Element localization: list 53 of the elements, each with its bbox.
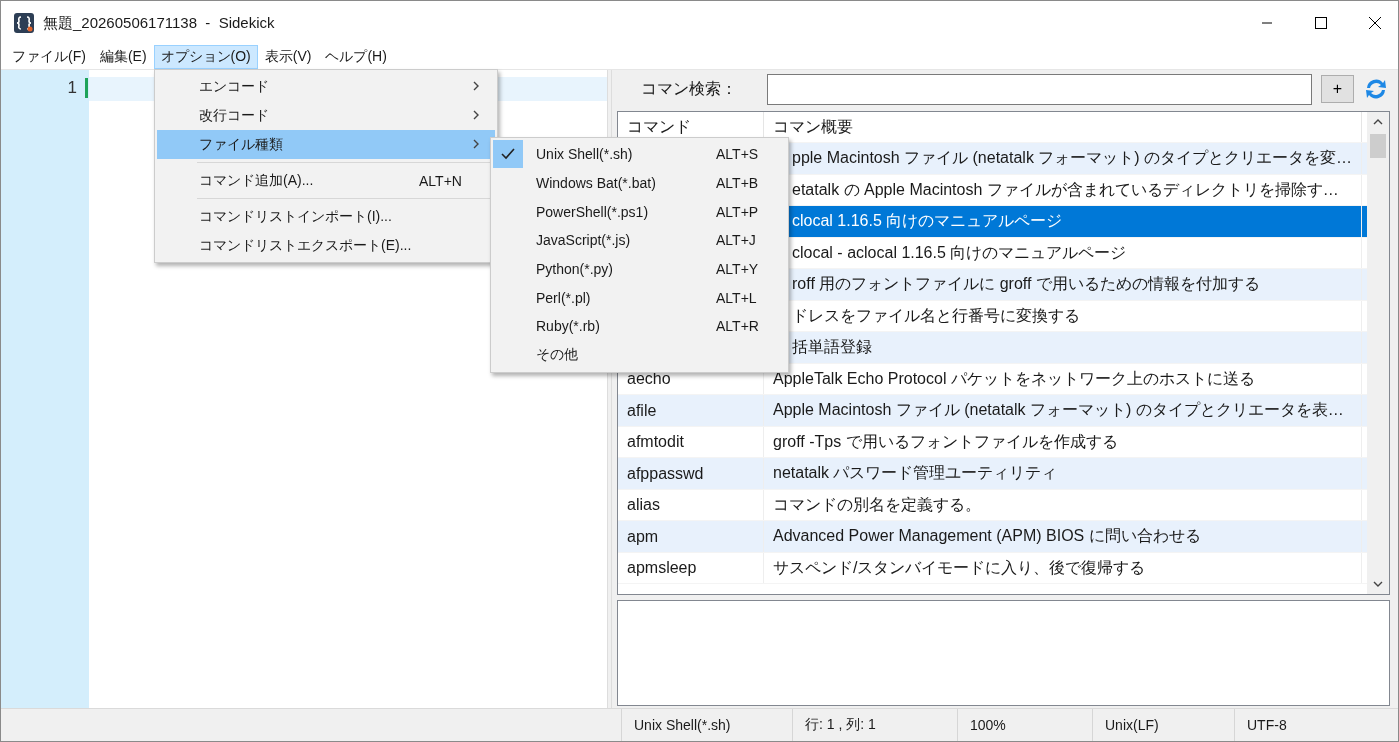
maximize-icon — [1315, 17, 1327, 29]
table-cell: afppasswd — [627, 464, 704, 483]
window-title: 無題_20260506171138 - Sidekick — [43, 13, 276, 33]
table-row[interactable]: afile Apple Macintosh ファイル (netatalk フォーマット) のタイプとクリエータを表… — [618, 395, 1367, 427]
table-cell-text: サスペンド/スタンバイモードに入り、後で復帰する — [773, 557, 1146, 578]
table-cell-text: AppleTalk Echo Protocol パケットをネットワーク上のホストに送る — [773, 368, 1255, 389]
menu-entry[interactable]: ファイル種類 — [157, 130, 495, 159]
status-text: Unix(LF) — [1092, 709, 1234, 741]
table-cell-text: 括単語登録 — [792, 337, 872, 358]
scroll-thumb[interactable] — [1370, 133, 1386, 158]
menu-item[interactable]: 編集(E) — [92, 45, 154, 69]
status-text: Unix Shell(*.sh) — [621, 709, 792, 741]
table-cell-text: コマンドの別名を定義する。 — [773, 494, 981, 515]
add-button[interactable]: + — [1321, 75, 1354, 104]
menu-entry[interactable]: エンコード — [157, 72, 495, 101]
table-row[interactable]: afppasswd netatalk パスワード管理ユーティリティ — [618, 458, 1367, 490]
table-cell: aecho — [627, 370, 671, 389]
status-text: 行: 1 , 列: 1 — [792, 709, 957, 741]
table-cell-text: netatalk パスワード管理ユーティリティ — [773, 463, 1058, 484]
menu-item[interactable]: 表示(V) — [257, 45, 319, 69]
close-icon — [1368, 16, 1382, 30]
table-row[interactable]: apm Advanced Power Management (APM) BIOS に問い合わせる — [618, 521, 1367, 553]
check-icon — [501, 148, 515, 161]
table-cell-text: ドレスをファイル名と行番号に変換する — [792, 305, 1080, 326]
line-number: 1 — [67, 78, 77, 98]
app-icon — [13, 12, 35, 34]
change-marker — [85, 78, 88, 98]
search-field[interactable] — [767, 73, 1312, 105]
table-cell-text: Advanced Power Management (APM) BIOS に問い合わせる — [773, 526, 1201, 547]
menu-entry[interactable]: 改行コード — [157, 101, 495, 130]
menu-item[interactable]: ヘルプ(H) — [318, 45, 394, 69]
status-text: UTF-8 — [1234, 709, 1374, 741]
table-cell-text: groff -Tps で用いるフォントファイルを作成する — [773, 431, 1118, 452]
table-cell: apm — [627, 527, 659, 546]
status-text: 100% — [957, 709, 1092, 741]
table-row[interactable]: afmtodit groff -Tps で用いるフォントファイルを作成する — [618, 426, 1367, 459]
table-cell-text: Apple Macintosh ファイル (netatalk フォーマット) のタイプとクリエータを表… — [773, 400, 1344, 421]
scrollbar[interactable] — [1367, 111, 1389, 595]
table-cell-text: clocal - aclocal 1.16.5 向けのマニュアルページ — [792, 242, 1127, 263]
table-cell: alias — [627, 496, 660, 515]
table-row[interactable]: apmsleep サスペンド/スタンバイモードに入り、後で復帰する — [618, 552, 1367, 585]
table-cell-text: clocal 1.16.5 向けのマニュアルページ — [792, 211, 1063, 232]
table-cell: afmtodit — [627, 433, 684, 452]
table-cell-text: etatalk の Apple Macintosh ファイルが含まれているディレクトリを掃除す… — [792, 179, 1339, 200]
table-cell-text: pple Macintosh ファイル (netatalk フォーマット) のタイプとクリエータを変… — [792, 148, 1353, 169]
table-cell: afile — [627, 401, 657, 420]
menu-item[interactable]: オプション(O) — [153, 45, 258, 69]
table-cell: apmsleep — [627, 559, 697, 578]
detail-text-area[interactable] — [617, 600, 1390, 706]
search-label: コマン検索： — [640, 78, 738, 99]
table-cell-text: roff 用のフォントファイルに groff で用いるための情報を付加する — [792, 274, 1260, 295]
table-row[interactable]: alias コマンドの別名を定義する。 — [618, 489, 1367, 522]
menu-item[interactable]: ファイル(F) — [5, 45, 93, 69]
